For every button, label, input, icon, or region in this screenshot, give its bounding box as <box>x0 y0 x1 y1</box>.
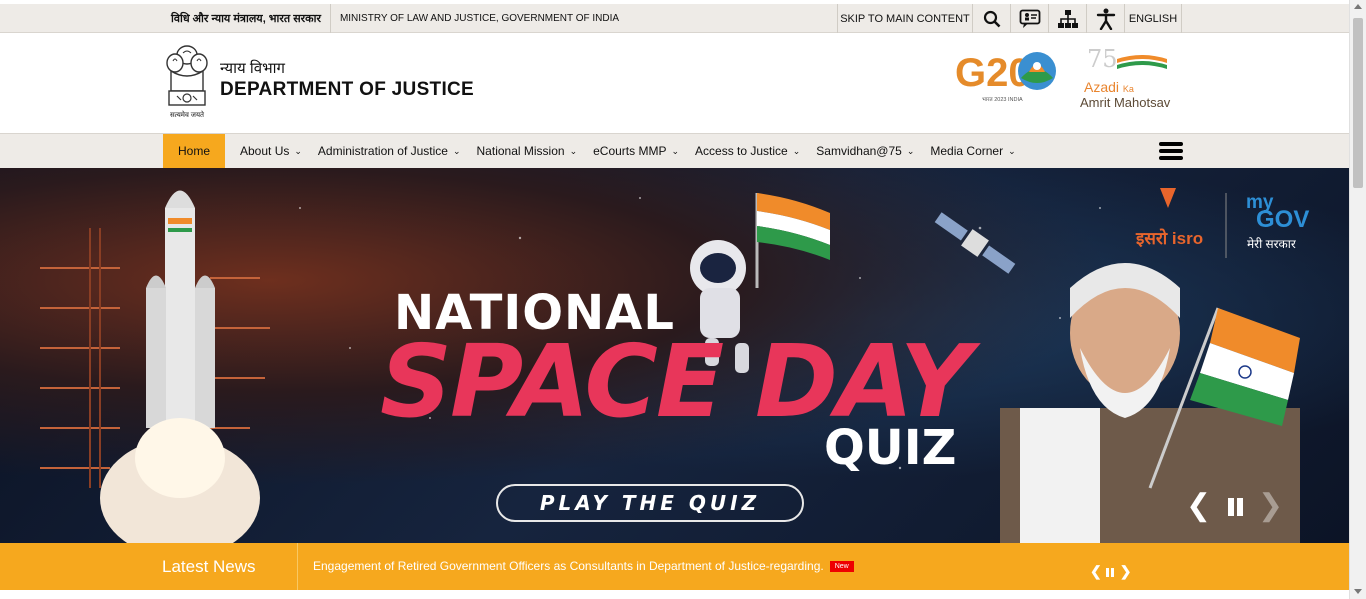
search-icon <box>983 10 1000 27</box>
latest-news-label: Latest News <box>0 543 298 590</box>
news-controls: ❮ ❯ <box>1090 563 1131 580</box>
hero-banner-slide[interactable]: NATIONAL SPACE DAY QUIZ PLAY THE QUIZ इस… <box>0 168 1349 543</box>
azadi-title: Azadi Ka <box>1084 79 1134 95</box>
chevron-down-icon: ⌄ <box>452 145 461 156</box>
news-prev-icon[interactable]: ❮ <box>1090 563 1102 580</box>
chevron-down-icon: ⌄ <box>569 145 578 156</box>
sitemap-button[interactable] <box>1048 4 1086 33</box>
search-button[interactable] <box>972 4 1010 33</box>
scroll-up-arrow-icon[interactable] <box>1354 4 1362 9</box>
new-badge: New <box>829 561 854 573</box>
azadi-75-mark: 75 <box>1087 45 1118 73</box>
department-name-hindi: न्याय विभाग <box>220 60 285 77</box>
chevron-down-icon: ⌄ <box>1008 145 1016 156</box>
ministry-english: MINISTRY OF LAW AND JUSTICE, GOVERNMENT … <box>339 13 620 24</box>
chevron-down-icon: ⌄ <box>671 145 680 156</box>
play-the-quiz-button[interactable]: PLAY THE QUIZ <box>496 484 804 522</box>
chevron-down-icon: ⌄ <box>294 145 302 156</box>
nav-label: About Us <box>240 144 290 158</box>
slider-prev-icon[interactable]: ❮ <box>1186 488 1211 523</box>
nav-national-mission[interactable]: National Mission ⌄ <box>469 144 586 158</box>
nav-label: Access to Justice <box>695 144 788 158</box>
nav-access-to-justice[interactable]: Access to Justice ⌄ <box>687 144 808 158</box>
main-navigation: Home About Us ⌄ Administration of Justice… <box>0 133 1349 168</box>
news-item-text[interactable]: Engagement of Retired Government Officer… <box>313 559 824 573</box>
site-header: सत्यमेव जयते न्याय विभाग DEPARTMENT OF J… <box>0 33 1349 133</box>
department-name-english[interactable]: DEPARTMENT OF JUSTICE <box>220 79 474 101</box>
leader-portrait-image <box>1000 263 1300 543</box>
nav-items: About Us ⌄ Administration of Justice ⌄ Nat… <box>232 134 1024 168</box>
scrollbar-thumb[interactable] <box>1353 18 1363 188</box>
ministry-hindi: विधि और न्याय मंत्रालय, भारत सरकार <box>163 4 331 33</box>
utility-links: SKIP TO MAIN CONTENT ENGLISH <box>837 4 1182 33</box>
mygov-tagline: मेरी सरकार <box>1247 237 1296 251</box>
rocket-image <box>100 190 260 543</box>
banner-heading-quiz: QUIZ <box>824 420 957 476</box>
azadi-word: Azadi <box>1084 79 1120 95</box>
nav-about-us[interactable]: About Us ⌄ <box>232 144 310 158</box>
isro-logo: इसरो isro <box>1136 229 1204 248</box>
amrit-mahotsav-text: Amrit Mahotsav <box>1080 95 1171 110</box>
feedback-icon <box>1019 9 1040 28</box>
page-scrollbar[interactable] <box>1349 0 1366 599</box>
news-pause-icon[interactable] <box>1105 564 1116 580</box>
skip-to-main-content-link[interactable]: SKIP TO MAIN CONTENT <box>837 4 972 33</box>
news-ticker-item[interactable]: Engagement of Retired Government Officer… <box>313 559 854 573</box>
news-next-icon[interactable]: ❯ <box>1120 563 1132 580</box>
top-utility-bar: विधि और न्याय मंत्रालय, भारत सरकार MINIS… <box>0 4 1349 33</box>
nav-label: Media Corner <box>930 144 1004 158</box>
national-emblem-logo <box>166 45 208 106</box>
slider-pause-icon[interactable] <box>1228 498 1246 516</box>
slider-next-icon[interactable]: ❯ <box>1258 488 1283 523</box>
nav-label: eCourts MMP <box>593 144 667 158</box>
tricolour-flag-icon <box>1117 55 1167 69</box>
nav-media-corner[interactable]: Media Corner ⌄ <box>922 144 1023 158</box>
nav-label: Administration of Justice <box>317 144 448 158</box>
latest-news-bar: Latest News Engagement of Retired Govern… <box>0 543 1349 590</box>
g20-subtitle: भारत 2023 INDIA <box>982 97 1023 103</box>
nav-samvidhan-75[interactable]: Samvidhan@75 ⌄ <box>808 144 922 158</box>
language-switch[interactable]: ENGLISH <box>1124 4 1182 33</box>
scroll-down-arrow-icon[interactable] <box>1354 589 1362 594</box>
nav-home[interactable]: Home <box>163 134 225 168</box>
emblem-caption: सत्यमेव जयते <box>169 112 205 119</box>
hamburger-menu-icon[interactable] <box>1159 142 1183 161</box>
nav-label: Samvidhan@75 <box>816 144 902 158</box>
nav-label: National Mission <box>476 144 565 158</box>
nav-ecourts-mmp[interactable]: eCourts MMP ⌄ <box>585 144 687 158</box>
ministry-title: विधि और न्याय मंत्रालय, भारत सरकार MINIS… <box>163 4 628 33</box>
satellite-image <box>934 212 1016 274</box>
feedback-button[interactable] <box>1010 4 1048 33</box>
azadi-ka: Ka <box>1122 84 1134 94</box>
mygov-logo-gov: GOV <box>1256 206 1310 233</box>
accessibility-button[interactable] <box>1086 4 1124 33</box>
sitemap-icon <box>1057 9 1078 28</box>
nav-administration-of-justice[interactable]: Administration of Justice ⌄ <box>310 144 469 158</box>
chevron-down-icon: ⌄ <box>792 145 801 156</box>
chevron-down-icon: ⌄ <box>906 145 915 156</box>
accessibility-icon <box>1096 8 1115 30</box>
